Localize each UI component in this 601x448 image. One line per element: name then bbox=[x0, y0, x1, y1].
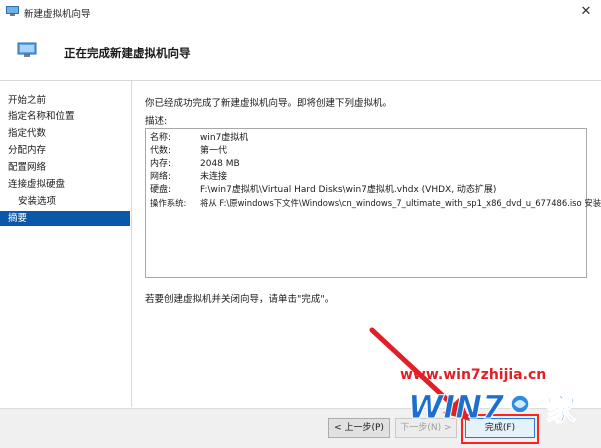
summary-value: 2048 MB bbox=[200, 159, 240, 169]
close-button[interactable]: ✕ bbox=[571, 0, 601, 24]
summary-value: win7虚拟机 bbox=[200, 133, 249, 143]
nav-item-install-options[interactable]: 安装选项 bbox=[0, 194, 130, 209]
finish-hint-text: 若要创建虚拟机并关闭向导，请单击"完成"。 bbox=[145, 294, 335, 305]
watermark-logo: WIN7 家 bbox=[408, 388, 577, 427]
summary-key: 名称: bbox=[150, 133, 172, 143]
description-label: 描述: bbox=[145, 116, 168, 127]
summary-panel: 你已经成功完成了新建虚拟机向导。即将创建下列虚拟机。 描述: 名称: win7虚拟… bbox=[131, 81, 601, 407]
watermark-url: www.win7zhijia.cn bbox=[400, 367, 547, 383]
nav-item-virtual-disk[interactable]: 连接虚拟硬盘 bbox=[0, 177, 130, 192]
svg-text:家: 家 bbox=[546, 393, 576, 426]
summary-key: 代数: bbox=[150, 146, 172, 156]
summary-key: 硬盘: bbox=[150, 185, 172, 195]
page-title: 正在完成新建虚拟机向导 bbox=[64, 46, 191, 60]
summary-row: 操作系统: 将从 F:\原windows下文件\Windows\cn_window… bbox=[150, 197, 601, 210]
wizard-steps-nav: 开始之前 指定名称和位置 指定代数 分配内存 配置网络 连接虚拟硬盘 安装选项 … bbox=[0, 81, 132, 407]
summary-key: 网络: bbox=[150, 172, 172, 182]
summary-row: 硬盘: F:\win7虚拟机\Virtual Hard Disks\win7虚拟机… bbox=[150, 184, 496, 197]
summary-key: 内存: bbox=[150, 159, 172, 169]
summary-row: 代数: 第一代 bbox=[150, 145, 227, 158]
nav-item-summary[interactable]: 摘要 bbox=[0, 211, 130, 226]
summary-value: 第一代 bbox=[200, 146, 228, 156]
nav-item-memory[interactable]: 分配内存 bbox=[0, 143, 130, 158]
summary-row: 网络: 未连接 bbox=[150, 171, 227, 184]
hyper-v-app-icon bbox=[6, 6, 19, 16]
summary-value: F:\win7虚拟机\Virtual Hard Disks\win7虚拟机.vh… bbox=[200, 185, 497, 195]
window-title: 新建虚拟机向导 bbox=[24, 9, 91, 20]
summary-row: 内存: 2048 MB bbox=[150, 158, 240, 171]
summary-key: 操作系统: bbox=[150, 198, 187, 208]
wizard-header: 正在完成新建虚拟机向导 bbox=[0, 24, 601, 81]
summary-value: 将从 F:\原windows下文件\Windows\cn_windows_7_u… bbox=[200, 198, 601, 208]
monitor-icon bbox=[17, 42, 37, 57]
nav-item-networking[interactable]: 配置网络 bbox=[0, 160, 130, 175]
summary-row: 名称: win7虚拟机 bbox=[150, 132, 248, 145]
svg-text:WIN7: WIN7 bbox=[408, 388, 505, 426]
summary-value: 未连接 bbox=[200, 172, 228, 182]
title-bar: 新建虚拟机向导 ✕ bbox=[0, 0, 601, 24]
description-box[interactable]: 名称: win7虚拟机 代数: 第一代 内存: 2048 MB 网络: 未连接 硬盘: F… bbox=[145, 128, 601, 278]
nav-item-generation[interactable]: 指定代数 bbox=[0, 126, 130, 141]
intro-text: 你已经成功完成了新建虚拟机向导。即将创建下列虚拟机。 bbox=[145, 98, 393, 109]
previous-button[interactable]: < 上一步(P) bbox=[328, 418, 390, 438]
nav-item-name-location[interactable]: 指定名称和位置 bbox=[0, 109, 130, 124]
nav-item-before-you-begin[interactable]: 开始之前 bbox=[0, 93, 130, 108]
